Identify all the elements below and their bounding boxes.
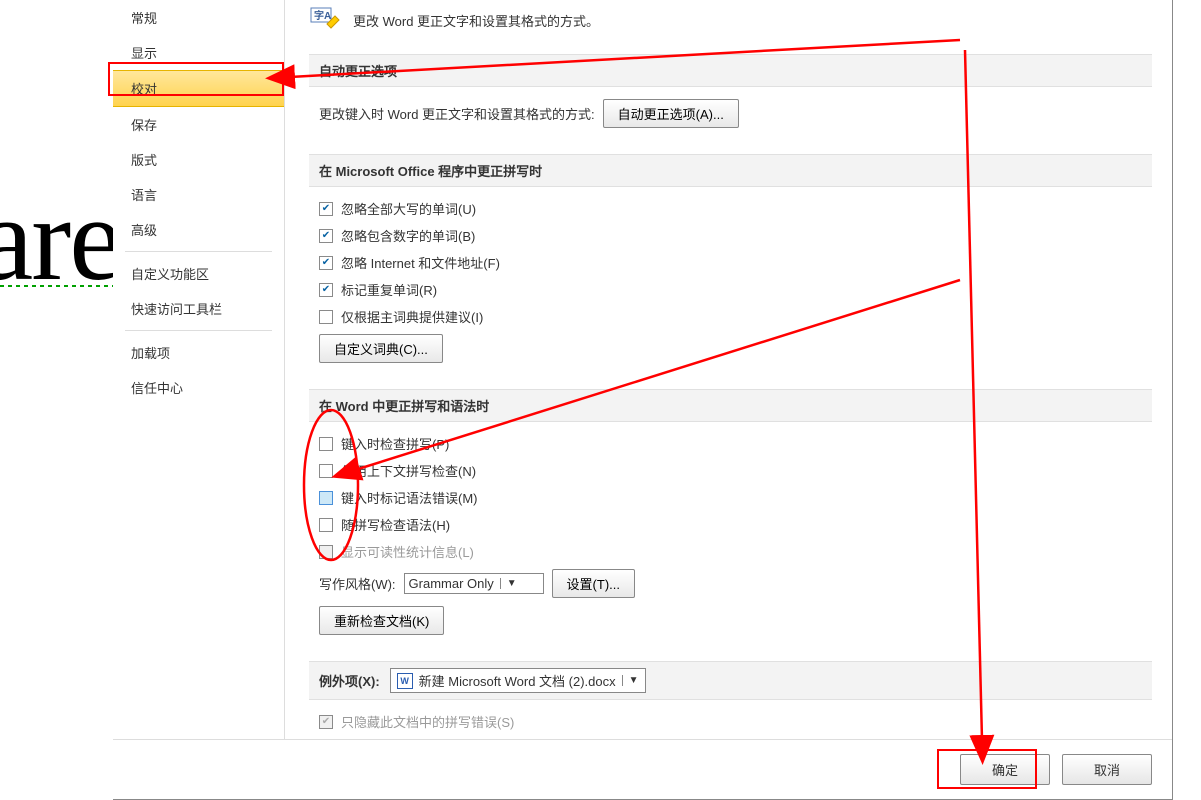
sidebar-item-language[interactable]: 语言	[113, 177, 284, 212]
background-underline	[0, 285, 120, 287]
section-autocorrect-title: 自动更正选项	[309, 54, 1152, 87]
sidebar-item-proofing[interactable]: 校对	[113, 70, 284, 107]
checkbox-ignore-uppercase[interactable]	[319, 202, 333, 216]
sidebar-separator	[125, 251, 272, 252]
header-row: 字A 更改 Word 更正文字和设置其格式的方式。	[309, 4, 1152, 36]
proofing-icon: 字A	[309, 4, 341, 36]
section-word-title: 在 Word 中更正拼写和语法时	[309, 389, 1152, 422]
header-desc: 更改 Word 更正文字和设置其格式的方式。	[353, 11, 599, 30]
sidebar-item-advanced[interactable]: 高级	[113, 212, 284, 247]
chevron-down-icon: ▼	[500, 578, 517, 589]
label-main-dict-only: 仅根据主词典提供建议(I)	[341, 307, 483, 326]
dialog-footer: 确定 取消	[113, 739, 1172, 799]
section-exceptions-body: 只隐藏此文档中的拼写错误(S) 只隐藏此文档中的语法错误(D)	[309, 712, 1152, 739]
label-check-spelling: 键入时检查拼写(P)	[341, 434, 449, 453]
ok-button[interactable]: 确定	[960, 754, 1050, 785]
writing-style-select[interactable]: Grammar Only ▼	[404, 573, 544, 594]
sidebar-item-save[interactable]: 保存	[113, 107, 284, 142]
recheck-document-button[interactable]: 重新检查文档(K)	[319, 606, 444, 635]
dialog-body: 常规 显示 校对 保存 版式 语言 高级 自定义功能区 快速访问工具栏 加载项 …	[113, 0, 1172, 739]
writing-style-label: 写作风格(W):	[319, 574, 396, 593]
checkbox-flag-repeated[interactable]	[319, 283, 333, 297]
settings-button[interactable]: 设置(T)...	[552, 569, 635, 598]
custom-dictionary-button[interactable]: 自定义词典(C)...	[319, 334, 443, 363]
sidebar-item-layout[interactable]: 版式	[113, 142, 284, 177]
cancel-button[interactable]: 取消	[1062, 754, 1152, 785]
options-dialog: 常规 显示 校对 保存 版式 语言 高级 自定义功能区 快速访问工具栏 加载项 …	[113, 0, 1173, 800]
sidebar-item-display[interactable]: 显示	[113, 35, 284, 70]
checkbox-contextual-spelling[interactable]	[319, 464, 333, 478]
exceptions-document-select[interactable]: W 新建 Microsoft Word 文档 (2).docx ▼	[390, 668, 646, 693]
writing-style-value: Grammar Only	[409, 576, 494, 591]
section-exceptions-title: 例外项(X): W 新建 Microsoft Word 文档 (2).docx …	[309, 661, 1152, 700]
label-readability-stats: 显示可读性统计信息(L)	[341, 542, 474, 561]
sidebar-separator	[125, 330, 272, 331]
label-ignore-uppercase: 忽略全部大写的单词(U)	[341, 199, 476, 218]
exceptions-label: 例外项(X):	[319, 671, 380, 690]
sidebar: 常规 显示 校对 保存 版式 语言 高级 自定义功能区 快速访问工具栏 加载项 …	[113, 0, 285, 739]
label-ignore-numbers: 忽略包含数字的单词(B)	[341, 226, 475, 245]
chevron-down-icon: ▼	[622, 675, 639, 686]
sidebar-item-addins[interactable]: 加载项	[113, 335, 284, 370]
content-pane: 字A 更改 Word 更正文字和设置其格式的方式。 自动更正选项 更改键入时 W…	[285, 0, 1172, 739]
sidebar-item-customize-ribbon[interactable]: 自定义功能区	[113, 256, 284, 291]
autocorrect-desc: 更改键入时 Word 更正文字和设置其格式的方式:	[319, 104, 595, 123]
section-office-title: 在 Microsoft Office 程序中更正拼写时	[309, 154, 1152, 187]
checkbox-ignore-internet[interactable]	[319, 256, 333, 270]
section-autocorrect-body: 更改键入时 Word 更正文字和设置其格式的方式: 自动更正选项(A)...	[309, 99, 1152, 154]
label-flag-repeated: 标记重复单词(R)	[341, 280, 437, 299]
svg-text:字A: 字A	[314, 9, 331, 22]
checkbox-check-spelling[interactable]	[319, 437, 333, 451]
exceptions-document-name: 新建 Microsoft Word 文档 (2).docx	[419, 671, 616, 690]
checkbox-hide-spelling-errors	[319, 715, 333, 729]
checkbox-grammar-with-spelling[interactable]	[319, 518, 333, 532]
label-hide-spelling-errors: 只隐藏此文档中的拼写错误(S)	[341, 712, 514, 731]
sidebar-item-quick-access[interactable]: 快速访问工具栏	[113, 291, 284, 326]
background-text: are	[0, 170, 120, 308]
autocorrect-options-button[interactable]: 自动更正选项(A)...	[603, 99, 739, 128]
sidebar-item-general[interactable]: 常规	[113, 0, 284, 35]
checkbox-main-dict-only[interactable]	[319, 310, 333, 324]
label-ignore-internet: 忽略 Internet 和文件地址(F)	[341, 253, 500, 272]
label-grammar-with-spelling: 随拼写检查语法(H)	[341, 515, 450, 534]
checkbox-readability-stats	[319, 545, 333, 559]
sidebar-item-trust-center[interactable]: 信任中心	[113, 370, 284, 405]
section-word-body: 键入时检查拼写(P) 使用上下文拼写检查(N) 键入时标记语法错误(M) 随拼写…	[309, 434, 1152, 661]
checkbox-ignore-numbers[interactable]	[319, 229, 333, 243]
label-contextual-spelling: 使用上下文拼写检查(N)	[341, 461, 476, 480]
checkbox-mark-grammar[interactable]	[319, 491, 333, 505]
section-office-body: 忽略全部大写的单词(U) 忽略包含数字的单词(B) 忽略 Internet 和文…	[309, 199, 1152, 389]
word-doc-icon: W	[397, 673, 413, 689]
label-mark-grammar: 键入时标记语法错误(M)	[341, 488, 478, 507]
